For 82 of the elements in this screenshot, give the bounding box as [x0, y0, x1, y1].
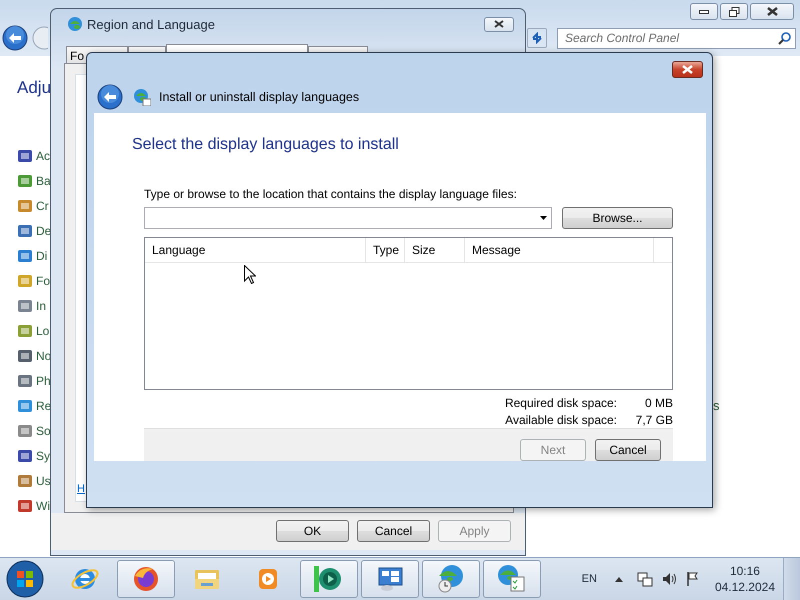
column-header[interactable]: Type: [366, 238, 405, 262]
category-link[interactable]: De: [36, 224, 52, 238]
applet-icon: [17, 272, 33, 288]
taskbar-button[interactable]: [483, 560, 541, 598]
category-link[interactable]: Ac: [36, 148, 50, 162]
category-link[interactable]: Fo: [36, 274, 50, 288]
close-icon: [494, 20, 504, 28]
category-text: s: [713, 398, 720, 413]
start-button[interactable]: [6, 560, 44, 598]
applet-icon: [17, 222, 33, 238]
disk-space-value: 7,7 GB: [634, 413, 673, 428]
column-header[interactable]: Language: [145, 238, 366, 262]
globe-icon: [133, 88, 151, 106]
minimize-icon: [699, 10, 709, 14]
category-link[interactable]: So: [36, 424, 51, 438]
category-link[interactable]: In: [36, 298, 46, 312]
applet-icon: [17, 172, 33, 188]
field-label: Type or browse to the location that contains the display language files:: [144, 187, 518, 202]
category-link[interactable]: Sy: [36, 448, 50, 462]
applet-icon: [17, 472, 33, 488]
close-button[interactable]: [484, 16, 514, 32]
globe-clock-icon: [436, 564, 466, 594]
category-link[interactable]: Cr: [36, 198, 49, 212]
page-heading: Adju: [17, 78, 52, 97]
taskbar-button[interactable]: [300, 560, 358, 598]
help-link[interactable]: H: [77, 483, 85, 495]
input-language[interactable]: EN: [582, 573, 597, 585]
restore-button[interactable]: [720, 3, 748, 20]
dialog-button[interactable]: OK: [276, 520, 349, 542]
category-link[interactable]: Wi: [36, 498, 50, 512]
applet-icon: [17, 322, 33, 338]
column-header[interactable]: Size: [405, 238, 465, 262]
disk-space-value: 0 MB: [644, 396, 673, 411]
globe-checklist-icon: [497, 564, 527, 594]
flag-icon: [684, 571, 701, 587]
applet-icon: [17, 422, 33, 438]
category-link[interactable]: Ph: [36, 374, 51, 388]
search-field[interactable]: Search Control Panel: [557, 28, 796, 48]
dialog-title: Install or uninstall display languages: [159, 90, 360, 104]
close-icon: [766, 7, 778, 16]
close-button[interactable]: [672, 61, 703, 78]
dropdown-arrow-icon: [540, 216, 547, 220]
applet-icon: [17, 372, 33, 388]
volume-icon: [660, 571, 677, 587]
category-link[interactable]: Ba: [36, 174, 51, 188]
applet-icon: [17, 198, 33, 214]
applet-icon: [17, 298, 33, 314]
minimize-button[interactable]: [690, 3, 718, 20]
refresh-icon: [531, 32, 543, 44]
clock-time[interactable]: 10:16: [730, 563, 760, 579]
applet-icon: [17, 148, 33, 164]
globe-icon: [67, 16, 83, 32]
disk-space-label: Required disk space:: [504, 396, 617, 411]
taskbar-button[interactable]: [361, 560, 419, 598]
network-icon: [636, 571, 653, 587]
refresh-button[interactable]: [527, 28, 547, 48]
applet-icon: [17, 248, 33, 264]
applet-icon: [17, 498, 33, 514]
window-title: Region and Language: [87, 16, 215, 32]
dialog-button[interactable]: Cancel: [595, 439, 661, 461]
column-header[interactable]: Message: [465, 238, 654, 262]
browser-icon: [131, 564, 161, 594]
category-link[interactable]: Us: [36, 474, 51, 488]
dialog-button[interactable]: Cancel: [357, 520, 430, 542]
browse-button[interactable]: Browse...: [562, 207, 673, 229]
close-icon: [682, 65, 693, 74]
search-icon: [778, 32, 791, 44]
applet-icon: [17, 398, 33, 414]
restore-icon: [728, 6, 740, 16]
chat-icon: [314, 564, 344, 594]
applet-icon: [17, 448, 33, 464]
close-button[interactable]: [750, 3, 794, 20]
category-link[interactable]: Re: [36, 398, 52, 412]
show-hidden-icons-icon: [614, 576, 623, 582]
disk-space-label: Available disk space:: [504, 413, 617, 428]
applet-icon: [17, 348, 33, 364]
mouse-pointer-icon: [244, 265, 256, 284]
category-link[interactable]: Lo: [36, 324, 50, 338]
taskbar-button[interactable]: [117, 560, 175, 598]
category-link[interactable]: Di: [36, 248, 48, 262]
clock-date[interactable]: 04.12.2024: [714, 579, 775, 595]
main-instruction: Select the display languages to install: [132, 135, 400, 155]
